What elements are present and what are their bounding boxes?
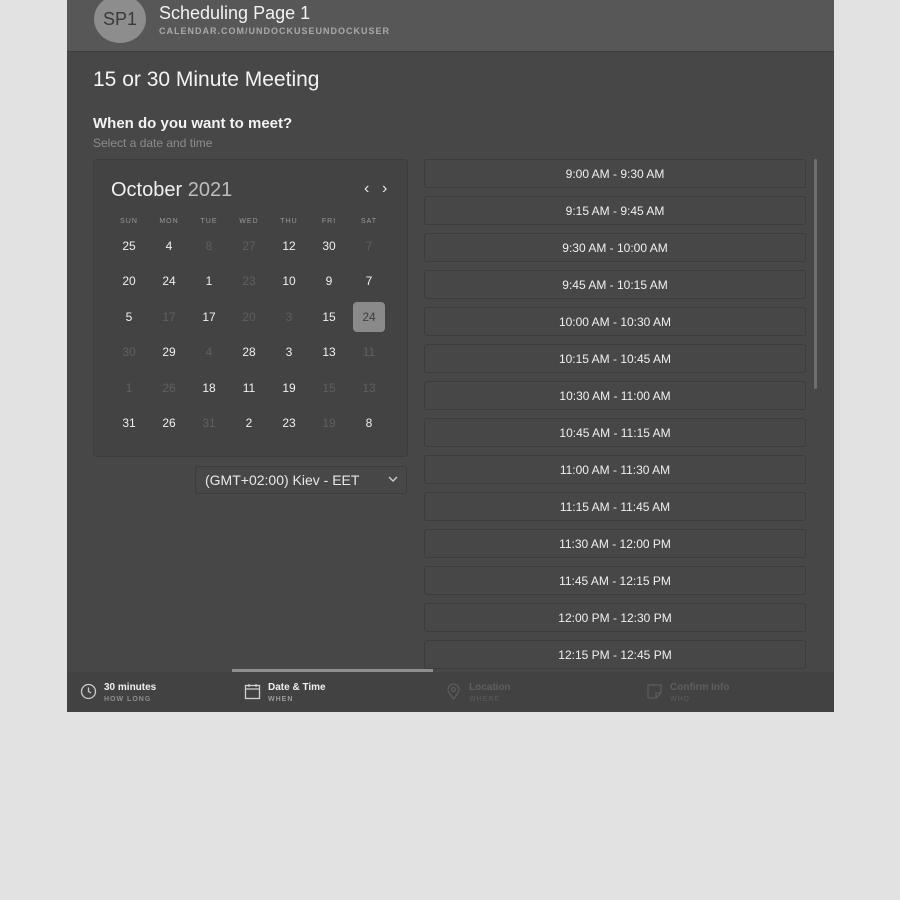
time-slot-button[interactable]: 11:00 AM - 11:30 AM xyxy=(424,455,806,484)
step-label: Date & Time xyxy=(268,682,326,693)
weekday-label: THU xyxy=(280,218,298,225)
time-slot-button[interactable]: 9:15 AM - 9:45 AM xyxy=(424,196,806,225)
calendar-day[interactable]: 23 xyxy=(273,408,305,438)
page-title: Scheduling Page 1 xyxy=(159,3,311,23)
weekday-label: SUN xyxy=(120,218,138,225)
calendar-month-label: October 2021 xyxy=(111,179,232,202)
weekday-label: WED xyxy=(239,218,259,225)
calendar-day[interactable]: 9 xyxy=(313,266,345,296)
calendar-day[interactable]: 20 xyxy=(113,266,145,296)
time-slot-button[interactable]: 9:30 AM - 10:00 AM xyxy=(424,233,806,262)
scrollbar[interactable] xyxy=(814,159,817,389)
step-sublabel: WHEN xyxy=(268,696,294,703)
time-slot-button[interactable]: 10:45 AM - 11:15 AM xyxy=(424,418,806,447)
date-picker: October 2021 ‹ › SUN MON TUE WED THU FRI SAT 2… xyxy=(93,159,408,457)
question-subtitle: Select a date and time xyxy=(93,136,213,150)
calendar-day[interactable]: 30 xyxy=(313,231,345,261)
time-slot-button[interactable]: 10:00 AM - 10:30 AM xyxy=(424,307,806,336)
calendar-day[interactable]: 5 xyxy=(113,302,145,332)
progress-indicator xyxy=(232,669,433,672)
chevron-right-icon[interactable]: › xyxy=(382,180,387,198)
progress-footer: 30 minutes HOW LONG Date & Time WHEN Loc… xyxy=(67,669,834,712)
note-icon xyxy=(647,684,662,699)
step-sublabel: WHERE xyxy=(469,696,501,703)
calendar-day: 13 xyxy=(362,381,376,395)
calendar-day[interactable]: 3 xyxy=(273,337,305,367)
calendar-icon xyxy=(244,684,261,700)
calendar-day[interactable]: 15 xyxy=(313,302,345,332)
calendar-day[interactable]: 18 xyxy=(193,373,225,403)
calendar-day[interactable]: 17 xyxy=(193,302,225,332)
step-label: Location xyxy=(469,682,511,693)
chevron-left-icon[interactable]: ‹ xyxy=(364,180,369,198)
time-slot-button[interactable]: 12:00 PM - 12:30 PM xyxy=(424,603,806,632)
calendar-day[interactable]: 4 xyxy=(153,231,185,261)
chevron-down-icon xyxy=(388,476,398,482)
calendar-day: 27 xyxy=(242,239,256,253)
weekday-label: MON xyxy=(159,218,179,225)
step-sublabel: WHO xyxy=(670,696,691,703)
step-label: Confirm Info xyxy=(670,682,730,693)
time-slot-button[interactable]: 10:30 AM - 11:00 AM xyxy=(424,381,806,410)
calendar-day: 31 xyxy=(202,416,216,430)
calendar-day: 8 xyxy=(205,239,213,253)
weekday-label: SAT xyxy=(360,218,378,225)
page-url: CALENDAR.COM/UNDOCKUSEUNDOCKUSER xyxy=(159,26,391,36)
avatar: SP1 xyxy=(94,0,146,43)
time-slot-button[interactable]: 10:15 AM - 10:45 AM xyxy=(424,344,806,373)
calendar-day: 17 xyxy=(162,310,176,324)
time-slot-button[interactable]: 11:30 AM - 12:00 PM xyxy=(424,529,806,558)
calendar-day: 19 xyxy=(322,416,336,430)
calendar-day[interactable]: 2 xyxy=(233,408,265,438)
calendar-day: 26 xyxy=(162,381,176,395)
calendar-day[interactable]: 26 xyxy=(153,408,185,438)
time-slot-button[interactable]: 11:45 AM - 12:15 PM xyxy=(424,566,806,595)
clock-icon xyxy=(80,683,97,700)
calendar-year: 2021 xyxy=(187,179,233,201)
calendar-day[interactable]: 8 xyxy=(353,408,385,438)
calendar-day[interactable]: 29 xyxy=(153,337,185,367)
calendar-day: 20 xyxy=(242,310,256,324)
calendar-day: 7 xyxy=(365,239,373,253)
time-slot-button[interactable]: 9:45 AM - 10:15 AM xyxy=(424,270,806,299)
calendar-month: October xyxy=(111,179,183,201)
calendar-day[interactable]: 24 xyxy=(153,266,185,296)
calendar-day: 15 xyxy=(322,381,336,395)
calendar-day[interactable]: 7 xyxy=(353,266,385,296)
step-sublabel: HOW LONG xyxy=(104,696,152,703)
calendar-day[interactable]: 11 xyxy=(233,373,265,403)
question-heading: When do you want to meet? xyxy=(93,115,293,132)
calendar-day[interactable]: 13 xyxy=(313,337,345,367)
calendar-day[interactable]: 31 xyxy=(113,408,145,438)
calendar-day[interactable]: 1 xyxy=(193,266,225,296)
calendar-day: 11 xyxy=(362,345,376,359)
time-slot-button[interactable]: 11:15 AM - 11:45 AM xyxy=(424,492,806,521)
calendar-day: 30 xyxy=(122,345,136,359)
timezone-label: (GMT+02:00) Kiev - EET xyxy=(205,472,360,488)
calendar-day: 23 xyxy=(242,274,256,288)
calendar-day[interactable]: 12 xyxy=(273,231,305,261)
calendar-day: 4 xyxy=(205,345,213,359)
calendar-day[interactable]: 28 xyxy=(233,337,265,367)
calendar-day: 1 xyxy=(125,381,133,395)
timezone-select[interactable]: (GMT+02:00) Kiev - EET xyxy=(195,466,407,494)
calendar-day[interactable]: 25 xyxy=(113,231,145,261)
meeting-title: 15 or 30 Minute Meeting xyxy=(93,68,320,91)
page-header: SP1 Scheduling Page 1 CALENDAR.COM/UNDOC… xyxy=(67,0,834,52)
time-slot-button[interactable]: 12:15 PM - 12:45 PM xyxy=(424,640,806,669)
step-label: 30 minutes xyxy=(104,682,157,693)
weekday-label: FRI xyxy=(321,218,337,225)
scheduling-app: SP1 Scheduling Page 1 CALENDAR.COM/UNDOC… xyxy=(67,0,834,712)
selected-day[interactable]: 24 xyxy=(353,302,385,332)
location-pin-icon xyxy=(447,683,460,700)
calendar-day[interactable]: 19 xyxy=(273,373,305,403)
weekday-label: TUE xyxy=(200,218,218,225)
time-slot-button[interactable]: 9:00 AM - 9:30 AM xyxy=(424,159,806,188)
calendar-day[interactable]: 10 xyxy=(273,266,305,296)
calendar-day: 3 xyxy=(285,310,293,324)
